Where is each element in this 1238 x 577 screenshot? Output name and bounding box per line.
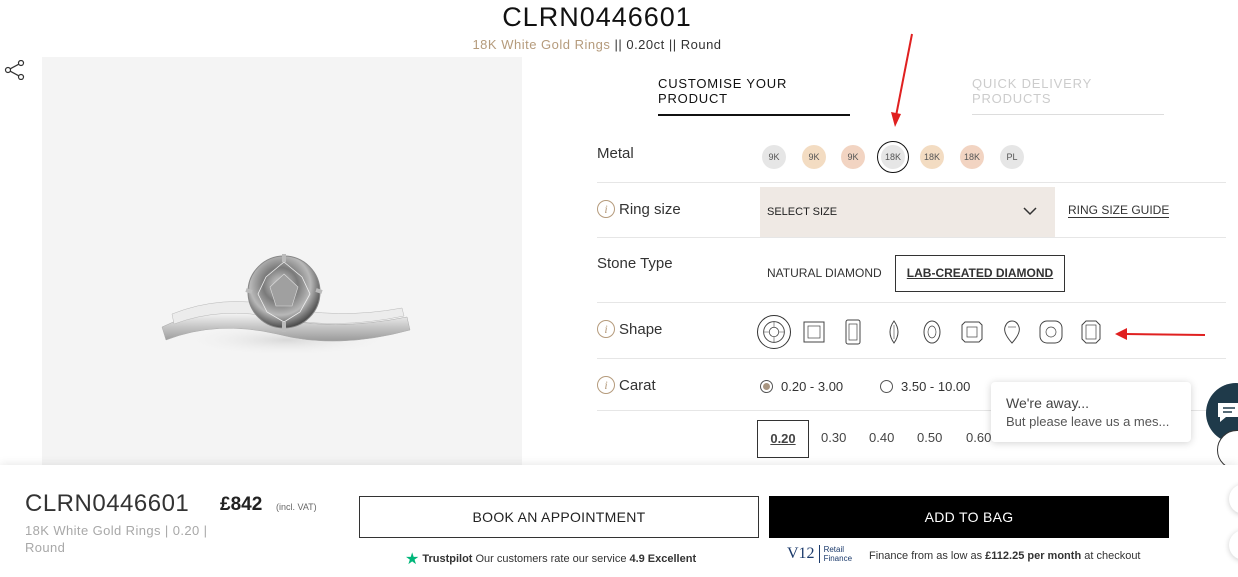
metal-row: Metal 9K 9K 9K 18K 18K 18K PL [597, 125, 1226, 183]
tab-quick-delivery[interactable]: QUICK DELIVERY PRODUCTS [972, 76, 1164, 115]
footer-vat-note: (incl. VAT) [276, 502, 317, 512]
tab-customise[interactable]: CUSTOMISE YOUR PRODUCT [658, 76, 850, 116]
carat-value-0-20[interactable]: 0.20 [757, 420, 809, 458]
v12-logo-text: V12 [787, 545, 815, 562]
shape-label-group: i Shape [597, 320, 662, 338]
footer-price: £842 [220, 494, 263, 515]
info-icon[interactable]: i [597, 200, 615, 218]
finance-prefix: Finance from as low as [869, 550, 983, 562]
metal-swatch-18k-rose[interactable]: 18K [960, 145, 984, 169]
finance-info: Finance from as low as £112.25 per month… [869, 550, 1141, 562]
ring-size-guide-link[interactable]: RING SIZE GUIDE [1068, 203, 1170, 218]
metal-swatch-inner: 18K [881, 145, 905, 169]
share-icon[interactable] [4, 60, 26, 80]
carat-value-0-60[interactable]: 0.60 [966, 420, 991, 456]
carat-range-option-2[interactable]: 3.50 - 10.00 [880, 379, 970, 394]
trustpilot-brand: Trustpilot [422, 553, 473, 565]
pear-shape-icon[interactable] [995, 315, 1029, 349]
chat-message: But please leave us a mes... [1006, 414, 1170, 429]
finance-suffix: at checkout [1084, 550, 1141, 562]
ring-image [161, 254, 411, 356]
metal-label: Metal [597, 145, 634, 162]
radio-unselected-icon [880, 380, 893, 393]
carat-range-label-1: 0.20 - 3.00 [781, 379, 844, 394]
shape-label: Shape [619, 320, 663, 338]
ring-size-select[interactable]: SELECT SIZE [760, 187, 1055, 237]
product-page: CLRN0446601 18K White Gold Rings || 0.20… [0, 0, 1238, 577]
add-to-bag-button[interactable]: ADD TO BAG [769, 496, 1169, 538]
emerald-shape-icon[interactable] [836, 315, 870, 349]
carat-value-0-40[interactable]: 0.40 [869, 420, 894, 456]
trustpilot-score: 4.9 Excellent [629, 553, 697, 565]
princess-shape-icon[interactable] [797, 315, 831, 349]
chat-icon [1218, 403, 1238, 422]
asscher-shape-icon[interactable] [1074, 315, 1108, 349]
chevron-down-icon [1023, 207, 1037, 216]
annotation-arrow-left [1115, 328, 1206, 340]
stone-lab-option[interactable]: LAB-CREATED DIAMOND [895, 255, 1065, 292]
metal-swatch-18k-white[interactable]: 18K [877, 141, 909, 173]
metal-swatch-9k-rose[interactable]: 9K [841, 145, 865, 169]
v12-finance-logo: V12 Retail Finance [787, 545, 855, 563]
finance-amount: £112.25 per month [985, 550, 1082, 562]
radiant-shape-icon[interactable] [955, 315, 989, 349]
round-shape-icon[interactable] [757, 315, 791, 349]
carat-value-0-50[interactable]: 0.50 [917, 420, 942, 456]
product-image[interactable] [42, 57, 522, 467]
marquise-shape-icon[interactable] [877, 315, 911, 349]
metal-swatch-18k-yellow[interactable]: 18K [920, 145, 944, 169]
carat-range-option-1[interactable]: 0.20 - 3.00 [760, 379, 843, 394]
carat-value-0-30[interactable]: 0.30 [821, 420, 846, 456]
ring-size-label-group: i Ring size [597, 200, 681, 218]
subtitle-metal: 18K White Gold Rings [472, 37, 611, 52]
footer-product-code: CLRN0446601 [25, 490, 190, 517]
trustpilot-star-icon: ★ [405, 551, 420, 568]
footer-product-subtitle: 18K White Gold Rings | 0.20 | Round [25, 523, 208, 555]
metal-swatch-platinum[interactable]: PL [1000, 145, 1024, 169]
annotation-arrow-down [891, 33, 913, 127]
ring-size-label: Ring size [619, 200, 681, 218]
radio-selected-icon [760, 380, 773, 393]
stone-natural-option[interactable]: NATURAL DIAMOND [767, 266, 882, 280]
book-appointment-button[interactable]: BOOK AN APPOINTMENT [359, 496, 759, 538]
cushion-shape-icon[interactable] [1034, 315, 1068, 349]
page-title: CLRN0446601 [502, 2, 692, 32]
carat-range-label-2: 3.50 - 10.00 [901, 379, 971, 394]
chat-popup[interactable]: We're away... But please leave us a mes.… [991, 382, 1191, 442]
carat-label: Carat [619, 376, 656, 394]
trustpilot-text: Our customers rate our service [475, 553, 627, 565]
info-icon[interactable]: i [597, 376, 615, 394]
stone-type-label: Stone Type [597, 255, 673, 272]
sticky-footer: CLRN0446601 £842 (incl. VAT) 18K White G… [0, 465, 1238, 577]
metal-swatch-9k-white[interactable]: 9K [762, 145, 786, 169]
ring-size-row: i Ring size SELECT SIZE RING SIZE GUIDE [597, 183, 1226, 238]
trustpilot-rating[interactable]: ★ Trustpilot Our customers rate our serv… [405, 549, 696, 569]
stone-type-row: Stone Type NATURAL DIAMOND LAB-CREATED D… [597, 238, 1226, 303]
chat-title: We're away... [1006, 395, 1090, 411]
info-icon[interactable]: i [597, 320, 615, 338]
subtitle-details: || 0.20ct || Round [610, 37, 722, 52]
metal-swatch-9k-yellow[interactable]: 9K [802, 145, 826, 169]
oval-shape-icon[interactable] [915, 315, 949, 349]
ring-size-select-label: SELECT SIZE [767, 206, 838, 218]
carat-label-group: i Carat [597, 376, 656, 394]
page-subtitle: 18K White Gold Rings || 0.20ct || Round [0, 37, 1194, 52]
v12-logo-sub: Retail Finance [818, 545, 855, 563]
